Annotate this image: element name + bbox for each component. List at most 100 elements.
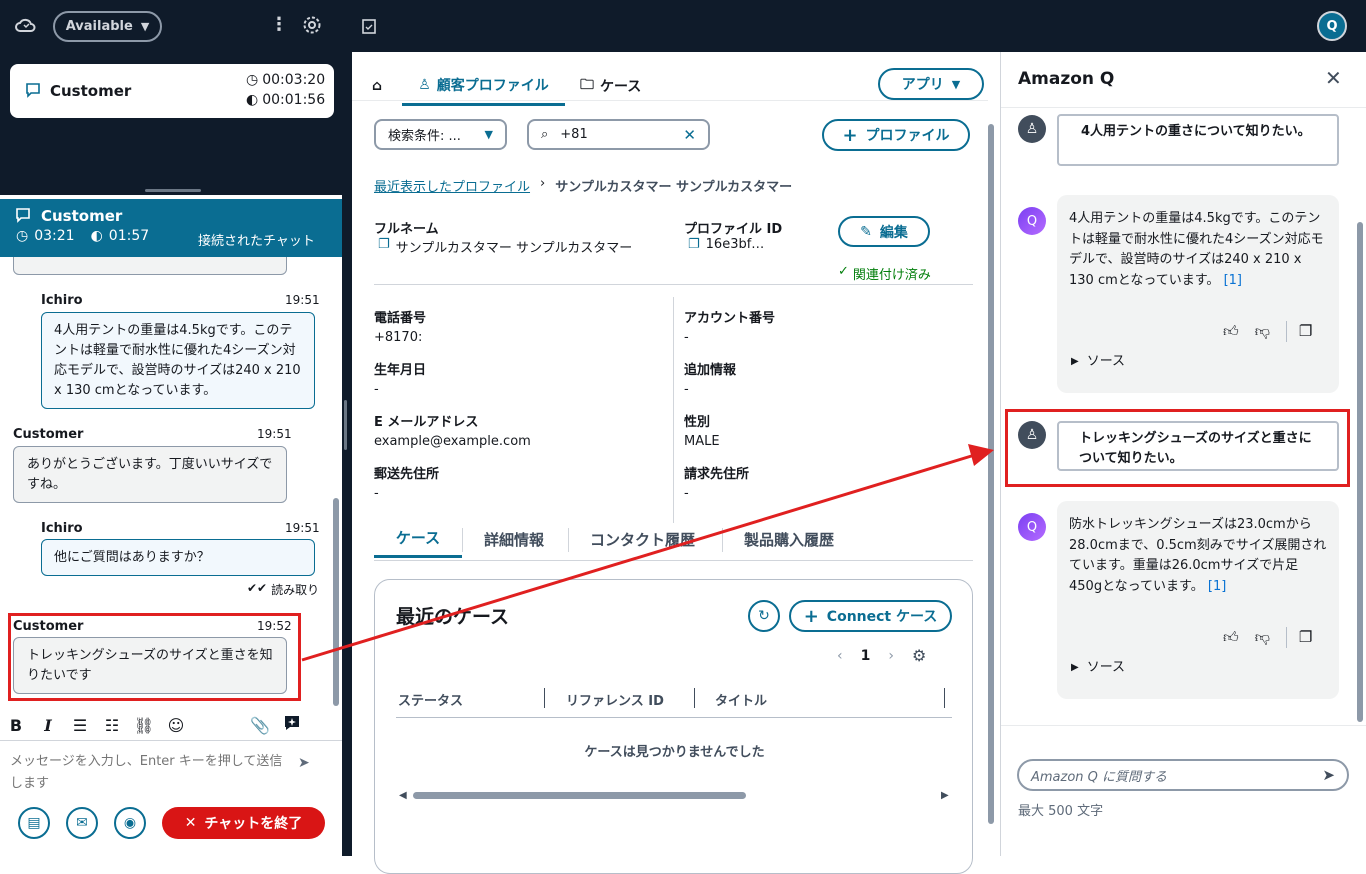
resize-handle[interactable] [145,189,201,192]
associated-status: 関連付け済み [852,268,931,283]
more-vertical-icon[interactable]: ⋮ [270,14,288,35]
column-header[interactable]: ステータス [398,690,463,709]
column-header[interactable]: タイトル [715,690,767,709]
chat-scrollbar[interactable] [333,498,339,706]
filter-label: 検索条件: ... [388,129,461,144]
copy-icon[interactable]: ❐ [1285,321,1312,342]
end-chat-button[interactable]: ✕ チャットを終了 [162,807,325,839]
clock-icon: ◷ [246,72,259,88]
scroll-left-icon[interactable]: ◀ [399,790,407,801]
close-x-icon: ✕ [184,815,197,831]
compose-area[interactable]: ➤ [0,740,342,792]
subtab-contact-history[interactable]: コンタクト履歴 [590,520,695,558]
read-check-icon: ✔✔ [247,581,268,595]
calendar-icon[interactable] [362,18,376,38]
field-label: 性別 [684,415,711,430]
italic-icon[interactable]: I [32,716,64,735]
q-input-placeholder: Amazon Q に質問する [1031,769,1168,785]
q-topbar: Q [1000,0,1366,52]
sources-toggle[interactable]: ▶ ソース [1071,658,1125,679]
prev-page-icon[interactable]: ‹ [837,648,843,664]
copy-icon[interactable]: ❐ [378,237,390,256]
sources-label: ソース [1086,660,1126,675]
panel-divider[interactable] [342,0,352,856]
add-profile-button[interactable]: + プロファイル [822,119,970,151]
char-limit: 最大 500 文字 [1018,804,1104,819]
edit-button[interactable]: ✎ 編集 [838,216,930,247]
subtab-purchase-history[interactable]: 製品購入履歴 [744,520,834,558]
thumbs-down-icon[interactable]: 👎︎ [1255,627,1270,648]
customer-message: トレッキングシューズのサイズと重さを知りたいです [13,637,287,694]
workspace-scrollbar[interactable] [988,124,994,824]
send-icon[interactable]: ➤ [1322,766,1335,784]
cloud-icon[interactable] [15,16,37,41]
user-question: トレッキングシューズのサイズと重さについて知りたい。 [1057,421,1339,471]
field-mailing: 郵送先住所 - [374,463,439,501]
emoji-icon[interactable]: ☺ [160,716,192,735]
field-label: 電話番号 [374,311,427,326]
field-value: - [684,486,689,501]
cases-title: 最近のケース [396,606,510,628]
attachment-icon[interactable]: 📎 [244,716,276,735]
scroll-right-icon[interactable]: ▶ [941,790,949,801]
contact-card[interactable]: Customer ◷ 00:03:20 ◐ 00:01:56 [10,64,334,118]
copy-icon[interactable]: ❐ [1285,627,1312,648]
field-label: 生年月日 [374,363,427,378]
q-prompt-input[interactable]: Amazon Q に質問する ➤ [1017,759,1349,791]
message-input[interactable] [10,751,295,789]
app-tabs: ⌂ ♙ 顧客プロファイル 🗀 ケース アプリ ▼ [352,66,984,108]
answer-text: 4人用テントの重量は4.5kgです。このテントは軽量で耐水性に優れた4シーズン対… [1069,211,1324,288]
profile-id-value: 16e3bf… [705,237,765,252]
citation-link[interactable]: [1] [1208,579,1226,594]
settings-gear-icon[interactable] [302,15,322,39]
clear-x-icon[interactable]: ✕ [683,126,696,144]
subtab-cases[interactable]: ケース [374,520,462,558]
caret-right-icon: ▶ [1071,356,1079,367]
cases-table-header: ステータス リファレンス ID タイトル [396,688,952,718]
recent-cases-container: 最近のケース ↻ + Connect ケース ‹ 1 › ⚙ ステータス リファ… [374,579,973,874]
caret-down-icon: ▼ [140,20,150,33]
status-dropdown[interactable]: Available ▼ [53,11,162,42]
tab-label: ケース [600,79,642,95]
search-filter-select[interactable]: 検索条件: ... ▼ [374,119,507,150]
previous-message [13,257,287,275]
copy-icon[interactable]: ❐ [688,237,700,252]
caret-down-icon: ▼ [484,128,493,141]
apps-dropdown[interactable]: アプリ ▼ [878,68,984,100]
search-input[interactable]: ⌕ +81 ✕ [527,119,710,150]
quick-reply-button[interactable]: ▤ [18,807,50,839]
chat-transcript[interactable]: Ichiro 19:51 4人用テントの重量は4.5kgです。このテントは軽量で… [0,257,342,710]
settings-gear-icon[interactable]: ⚙ [912,646,926,665]
divider-handle[interactable] [344,400,347,450]
next-page-icon[interactable]: › [888,648,894,664]
q-scrollbar[interactable] [1357,222,1363,722]
subtab-details[interactable]: 詳細情報 [484,520,544,558]
customer-message: ありがとうございます。丁度いいサイズですね。 [13,446,287,503]
bold-icon[interactable]: B [0,716,32,735]
connect-case-button[interactable]: + Connect ケース [789,600,952,632]
breadcrumb-link[interactable]: 最近表示したプロファイル [374,176,530,195]
clock-icon: ◷ [16,228,29,244]
amazon-q-icon[interactable]: Q [1317,11,1347,41]
refresh-icon[interactable]: ↻ [748,600,780,632]
chat-wait: 01:57 [108,228,150,244]
contact-button[interactable]: ◉ [114,807,146,839]
field-label: 請求先住所 [684,467,750,482]
thumbs-down-icon[interactable]: 👎︎ [1255,321,1270,342]
page-number[interactable]: 1 [861,648,871,664]
citation-link[interactable]: [1] [1224,273,1242,288]
thumbs-up-icon[interactable]: 👍︎ [1223,627,1239,648]
email-button[interactable]: ✉ [66,807,98,839]
thumbs-up-icon[interactable]: 👍︎ [1223,321,1239,342]
format-toolbar: B I ☰ ☷ ⛓ ☺ 📎 [0,711,342,739]
send-icon[interactable]: ➤ [298,755,310,771]
sources-toggle[interactable]: ▶ ソース [1071,352,1125,373]
close-icon[interactable]: ✕ [1325,66,1342,90]
link-icon[interactable]: ⛓ [128,716,160,735]
horizontal-scrollbar[interactable] [413,792,746,799]
field-value: example@example.com [374,434,531,449]
ai-sparkle-icon[interactable] [276,714,308,736]
column-header[interactable]: リファレンス ID [566,690,664,709]
bullet-list-icon[interactable]: ☷ [96,716,128,735]
numbered-list-icon[interactable]: ☰ [64,716,96,735]
